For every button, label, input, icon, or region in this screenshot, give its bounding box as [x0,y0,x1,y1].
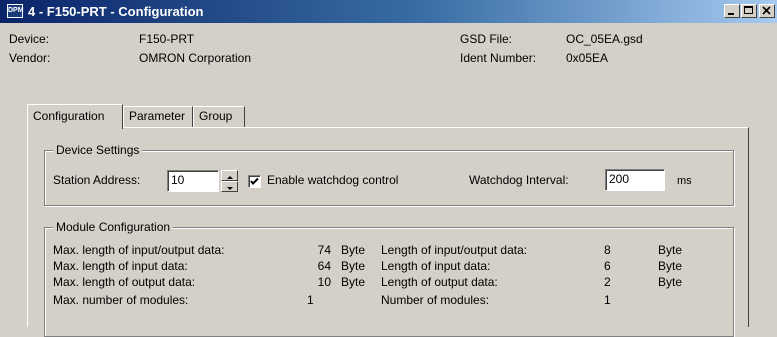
app-icon: DPM [7,4,24,18]
window-title: 4 - F150-PRT - Configuration [28,4,204,19]
max-output-length-value: 10 [317,275,331,289]
input-length-unit: Byte [658,259,683,273]
spin-down-button[interactable] [221,181,238,192]
module-configuration-group: Module Configuration Max. length of inpu… [44,220,734,337]
enable-watchdog-label[interactable]: Enable watchdog control [267,173,398,187]
max-input-length-label: Max. length of input data: [53,259,188,273]
device-settings-group: Device Settings Station Address: 10 Enab… [44,143,734,206]
title-bar[interactable]: DPM 4 - F150-PRT - Configuration [0,0,777,23]
input-length-label: Length of input data: [381,259,491,273]
io-length-unit: Byte [658,243,683,257]
spin-down-icon [227,187,233,190]
ident-number-value: 0x05EA [566,51,609,65]
maximize-icon [744,6,753,14]
max-output-length-unit: Byte [341,275,366,289]
max-modules-value: 1 [307,293,314,307]
enable-watchdog-checkbox[interactable] [248,175,261,188]
watchdog-interval-label: Watchdog Interval: [469,173,569,187]
io-length-label: Length of input/output data: [381,243,528,257]
station-address-spinner[interactable] [221,170,238,192]
module-configuration-title: Module Configuration [53,220,174,234]
gsd-file-value: OC_05EA.gsd [566,32,643,46]
gsd-file-label: GSD File: [460,32,513,46]
close-icon [762,6,771,15]
vendor-label: Vendor: [9,51,51,65]
output-length-label: Length of output data: [381,275,498,289]
tab-parameter[interactable]: Parameter [123,106,193,127]
watchdog-unit: ms [677,175,692,187]
spin-up-button[interactable] [221,170,238,181]
station-address-input[interactable]: 10 [167,170,219,192]
device-settings-title: Device Settings [53,143,143,157]
output-length-value: 2 [604,275,611,289]
max-input-length-value: 64 [317,259,331,273]
max-io-length-label: Max. length of input/output data: [53,243,225,257]
vendor-value: OMRON Corporation [139,51,252,65]
maximize-button[interactable] [741,4,757,18]
ident-number-label: Ident Number: [460,51,537,65]
tab-panel-configuration: Device Settings Station Address: 10 Enab… [27,127,749,337]
watchdog-interval-input[interactable]: 200 [605,169,665,191]
output-length-unit: Byte [658,275,683,289]
device-value: F150-PRT [139,32,195,46]
max-io-length-unit: Byte [341,243,366,257]
device-label: Device: [9,32,50,46]
max-output-length-label: Max. length of output data: [53,275,196,289]
io-length-value: 8 [604,243,611,257]
modules-count-value: 1 [604,293,611,307]
minimize-icon [728,13,734,15]
max-input-length-unit: Byte [341,259,366,273]
modules-count-label: Number of modules: [381,293,490,307]
configuration-window: DPM 4 - F150-PRT - Configuration Device:… [0,0,777,337]
checkmark-icon [250,177,259,185]
close-button[interactable] [759,4,775,18]
max-modules-label: Max. number of modules: [53,293,189,307]
tab-configuration[interactable]: Configuration [27,104,123,129]
tab-group[interactable]: Group [193,106,245,127]
max-io-length-value: 74 [317,243,331,257]
station-address-label: Station Address: [53,173,141,187]
minimize-button[interactable] [724,4,740,18]
input-length-value: 6 [604,259,611,273]
